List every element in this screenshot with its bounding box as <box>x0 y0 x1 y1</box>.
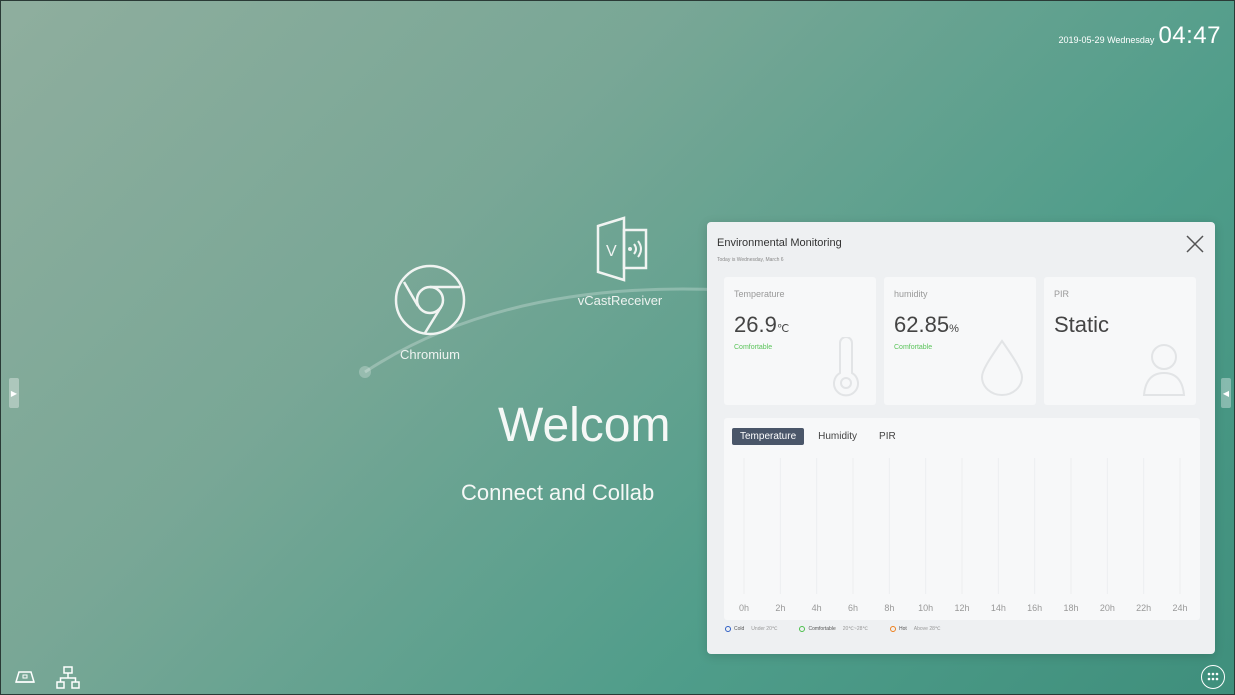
panel-subtitle: Today is Wednesday, March 6 <box>717 257 784 263</box>
humidity-status: Comfortable <box>894 344 933 351</box>
chrome-icon <box>394 264 466 336</box>
card-label: PIR <box>1054 289 1070 299</box>
temperature-card: Temperature 26.9℃ Comfortable <box>724 277 876 405</box>
chart-legend: Cold Under 20℃ Comfortable 20℃~28℃ Hot Abov… <box>725 626 941 632</box>
x-tick-label: 0h <box>739 603 749 613</box>
input-source-icon[interactable] <box>14 666 36 686</box>
vcast-icon: V <box>596 216 648 282</box>
network-icon[interactable] <box>56 666 80 690</box>
card-label: Temperature <box>734 289 785 299</box>
x-tick-label: 8h <box>884 603 894 613</box>
pir-card: PIR Static <box>1044 277 1196 405</box>
welcome-title: Welcom <box>498 399 671 452</box>
x-tick-label: 10h <box>918 603 933 613</box>
app-vcastreceiver[interactable]: V vCastReceiver <box>565 214 675 308</box>
bottom-left-toolbar <box>14 666 80 690</box>
history-chart: Temperature Humidity PIR 0h 2h 4h 6h 8h 10h 12… <box>724 418 1200 620</box>
panel-title: Environmental Monitoring <box>717 237 842 249</box>
app-chromium[interactable]: Chromium <box>380 262 480 362</box>
x-tick-label: 20h <box>1100 603 1115 613</box>
card-label: humidity <box>894 289 928 299</box>
pir-value: Static <box>1054 312 1110 337</box>
humidity-value: 62.85% <box>894 312 959 337</box>
x-tick-label: 4h <box>812 603 822 613</box>
app-drawer-button[interactable] <box>1201 665 1225 689</box>
cold-dot-icon <box>725 626 731 632</box>
hot-dot-icon <box>890 626 896 632</box>
clock: 2019-05-29 Wednesday 04:47 <box>1059 22 1221 50</box>
legend-cold: Cold Under 20℃ <box>725 626 777 632</box>
close-icon[interactable] <box>1185 234 1205 254</box>
date-text: 2019-05-29 Wednesday <box>1058 35 1155 45</box>
time-text: 04:47 <box>1158 22 1221 49</box>
thermometer-icon <box>833 337 859 397</box>
x-tick-label: 12h <box>954 603 969 613</box>
x-tick-label: 2h <box>775 603 785 613</box>
welcome-subtitle: Connect and Collab <box>461 480 655 505</box>
water-drop-icon <box>980 339 1024 396</box>
legend-comfortable: Comfortable 20℃~28℃ <box>799 626 868 632</box>
right-drawer-handle[interactable]: ◀ <box>1221 378 1231 408</box>
app-label: Chromium <box>400 347 460 362</box>
x-tick-label: 22h <box>1136 603 1151 613</box>
humidity-card: humidity 62.85% Comfortable <box>884 277 1036 405</box>
temperature-value: 26.9℃ <box>734 312 790 337</box>
x-tick-label: 6h <box>848 603 858 613</box>
x-tick-label: 24h <box>1172 603 1187 613</box>
person-icon <box>1142 344 1186 396</box>
chart-plot: 0h 2h 4h 6h 8h 10h 12h 14h 16h 18h 20h 22h 24h <box>739 458 1188 613</box>
legend-hot: Hot Above 28℃ <box>890 626 941 632</box>
svg-text:V: V <box>606 243 617 260</box>
temperature-status: Comfortable <box>734 344 773 351</box>
app-label: vCastReceiver <box>577 293 663 308</box>
grid-icon <box>1207 672 1219 681</box>
left-drawer-handle[interactable]: ▶ <box>9 378 19 408</box>
environmental-monitoring-panel: Environmental Monitoring Today is Wednes… <box>707 222 1215 654</box>
comfortable-dot-icon <box>799 626 806 632</box>
x-tick-label: 18h <box>1063 603 1078 613</box>
x-tick-label: 14h <box>991 603 1006 613</box>
x-tick-label: 16h <box>1027 603 1042 613</box>
